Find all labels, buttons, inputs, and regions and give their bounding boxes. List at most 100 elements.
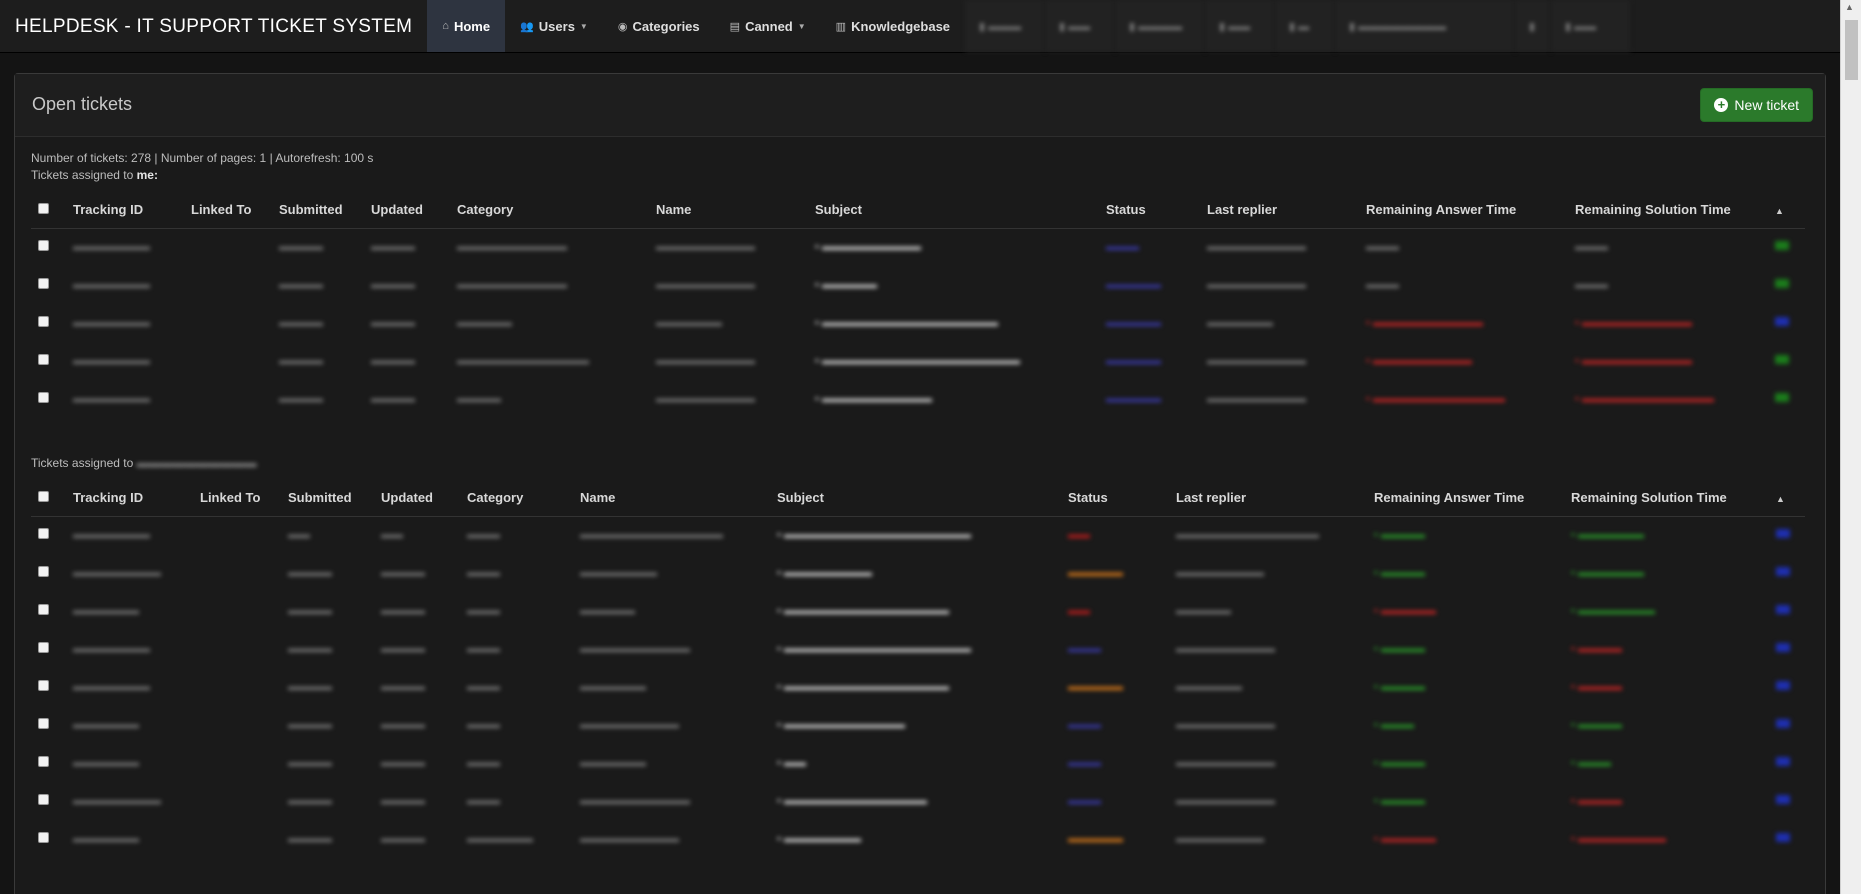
- flag-icon: [1776, 795, 1790, 804]
- nav-blurred-item[interactable]: ▮ ▬▬: [1205, 0, 1276, 52]
- table-row[interactable]: ▬▬▬▬▬▬▬ ▬▬▬▬ ▬▬▬▬ ▬▬▬▬ ▬▬▬▬▬▬▬▬▬ ▪ ▬▬▬▬▬▬▬…: [31, 380, 1805, 418]
- row-checkbox[interactable]: [38, 680, 49, 691]
- select-all-cell: [31, 480, 73, 517]
- table-row[interactable]: ▬▬▬▬▬▬ ▬▬▬▬ ▬▬▬▬ ▬▬▬▬▬▬ ▬▬▬▬▬▬▬▬▬ ▪ ▬▬▬▬▬▬▬…: [31, 820, 1805, 858]
- row-checkbox[interactable]: [38, 392, 49, 403]
- flag-icon: [1775, 355, 1789, 364]
- tag-icon: ◉: [617, 20, 628, 33]
- new-ticket-button[interactable]: + New ticket: [1700, 88, 1813, 122]
- col-tracking-id[interactable]: Tracking ID: [73, 192, 191, 229]
- document-icon: ▤: [729, 20, 741, 33]
- col-name[interactable]: Name: [656, 192, 815, 229]
- section-other-prefix: Tickets assigned to: [31, 456, 137, 470]
- col-sort[interactable]: ▲: [1775, 192, 1805, 229]
- table-row[interactable]: ▬▬▬▬▬▬▬ ▬▬▬▬ ▬▬▬▬ ▬▬▬ ▬▬▬▬▬▬▬▬▬▬ ▪ ▬▬▬▬▬▬▬▬…: [31, 630, 1805, 668]
- app-title[interactable]: HELPDESK - IT SUPPORT TICKET SYSTEM: [0, 0, 427, 52]
- col-category[interactable]: Category: [467, 480, 580, 517]
- nav-blurred-item[interactable]: ▮ ▬▬: [1551, 0, 1632, 52]
- nav-categories[interactable]: ◉ Categories: [603, 0, 715, 52]
- nav-home-label: Home: [453, 18, 491, 34]
- chevron-down-icon: ▼: [797, 21, 806, 31]
- row-checkbox[interactable]: [38, 316, 49, 327]
- nav-blurred-item[interactable]: ▮ ▬: [1275, 0, 1336, 52]
- table-row[interactable]: ▬▬▬▬▬▬▬ ▬▬ ▬▬ ▬▬▬ ▬▬▬▬▬▬▬▬▬▬▬▬▬ ▪ ▬▬▬▬▬▬▬▬▬…: [31, 516, 1805, 554]
- nav-blurred-item[interactable]: ▮ ▬▬▬: [965, 0, 1046, 52]
- flag-icon: [1775, 393, 1789, 402]
- table-row[interactable]: ▬▬▬▬▬▬▬▬ ▬▬▬▬ ▬▬▬▬ ▬▬▬ ▬▬▬▬▬▬▬▬▬▬ ▪ ▬▬▬▬▬▬▬…: [31, 782, 1805, 820]
- table-row[interactable]: ▬▬▬▬▬▬▬ ▬▬▬▬ ▬▬▬▬ ▬▬▬ ▬▬▬▬▬▬ ▪ ▬▬▬▬▬▬▬▬▬▬▬▬…: [31, 668, 1805, 706]
- table-row[interactable]: ▬▬▬▬▬▬▬ ▬▬▬▬ ▬▬▬▬ ▬▬▬▬▬▬▬▬▬▬ ▬▬▬▬▬▬▬▬▬ ▪ ▬…: [31, 266, 1805, 304]
- select-all-cell: [31, 192, 73, 229]
- col-subject[interactable]: Subject: [777, 480, 1068, 517]
- table-row[interactable]: ▬▬▬▬▬▬▬▬ ▬▬▬▬ ▬▬▬▬ ▬▬▬ ▬▬▬▬▬▬▬ ▪ ▬▬▬▬▬▬▬▬ ▬▬…: [31, 554, 1805, 592]
- row-checkbox[interactable]: [38, 604, 49, 615]
- page-scrollbar[interactable]: ▲: [1840, 0, 1861, 894]
- col-remaining-solution-time[interactable]: Remaining Solution Time: [1571, 480, 1776, 517]
- table-row[interactable]: ▬▬▬▬▬▬ ▬▬▬▬ ▬▬▬▬ ▬▬▬ ▬▬▬▬▬ ▪ ▬▬▬▬▬▬▬▬▬▬▬▬▬▬…: [31, 592, 1805, 630]
- sort-up-icon: ▲: [1775, 206, 1784, 217]
- select-all-checkbox[interactable]: [38, 203, 49, 215]
- nav-blurred-item[interactable]: ▮: [1515, 0, 1552, 52]
- flag-icon: [1775, 241, 1789, 251]
- col-subject[interactable]: Subject: [815, 192, 1106, 229]
- section-mine-who: me:: [136, 168, 158, 182]
- row-checkbox[interactable]: [38, 718, 49, 729]
- nav-blurred-item[interactable]: ▮ ▬▬: [1045, 0, 1116, 52]
- row-checkbox[interactable]: [38, 278, 49, 289]
- flag-icon: [1776, 567, 1790, 576]
- section-other-label: Tickets assigned to ▬▬▬▬▬▬▬▬▬▬: [31, 456, 257, 470]
- top-navbar: HELPDESK - IT SUPPORT TICKET SYSTEM ⌂ Ho…: [0, 0, 1840, 53]
- nav-canned-label: Canned: [745, 18, 793, 34]
- col-linked-to[interactable]: Linked To: [191, 192, 279, 229]
- flag-icon: [1775, 279, 1789, 288]
- col-tracking-id[interactable]: Tracking ID: [73, 480, 200, 517]
- book-icon: ▥: [835, 20, 847, 33]
- nav-users[interactable]: 👥 Users ▼: [505, 0, 603, 52]
- col-remaining-answer-time[interactable]: Remaining Answer Time: [1374, 480, 1571, 517]
- col-updated[interactable]: Updated: [381, 480, 467, 517]
- table-row[interactable]: ▬▬▬▬▬▬ ▬▬▬▬ ▬▬▬▬ ▬▬▬ ▬▬▬▬▬▬▬▬▬ ▪ ▬▬▬▬▬▬▬▬▬▬…: [31, 706, 1805, 744]
- row-checkbox[interactable]: [38, 566, 49, 577]
- col-category[interactable]: Category: [457, 192, 656, 229]
- nav-canned[interactable]: ▤ Canned ▼: [715, 0, 821, 52]
- col-sort[interactable]: ▲: [1776, 480, 1805, 517]
- nav-categories-label: Categories: [632, 18, 700, 34]
- row-checkbox[interactable]: [38, 528, 49, 540]
- col-last-replier[interactable]: Last replier: [1207, 192, 1366, 229]
- col-submitted[interactable]: Submitted: [279, 192, 371, 229]
- row-checkbox[interactable]: [38, 240, 49, 252]
- table-row[interactable]: ▬▬▬▬▬▬▬ ▬▬▬▬ ▬▬▬▬ ▬▬▬▬▬ ▬▬▬▬▬▬ ▪ ▬▬▬▬▬▬▬▬▬…: [31, 304, 1805, 342]
- col-status[interactable]: Status: [1106, 192, 1207, 229]
- col-status[interactable]: Status: [1068, 480, 1176, 517]
- col-remaining-answer-time[interactable]: Remaining Answer Time: [1366, 192, 1575, 229]
- tickets-table-mine: Tracking ID Linked To Submitted Updated …: [31, 192, 1805, 418]
- row-checkbox[interactable]: [38, 794, 49, 805]
- flag-icon: [1776, 605, 1790, 614]
- col-last-replier[interactable]: Last replier: [1176, 480, 1374, 517]
- col-submitted[interactable]: Submitted: [288, 480, 381, 517]
- scrollbar-thumb[interactable]: [1845, 20, 1858, 80]
- col-linked-to[interactable]: Linked To: [200, 480, 288, 517]
- table-row[interactable]: ▬▬▬▬▬▬▬ ▬▬▬▬ ▬▬▬▬ ▬▬▬▬▬▬▬▬▬▬ ▬▬▬▬▬▬▬▬▬ ▪ ▬…: [31, 228, 1805, 266]
- col-name[interactable]: Name: [580, 480, 777, 517]
- section-mine-label: Tickets assigned to me:: [31, 168, 158, 182]
- table-row[interactable]: ▬▬▬▬▬▬ ▬▬▬▬ ▬▬▬▬ ▬▬▬ ▬▬▬▬▬▬ ▪ ▬▬ ▬▬▬ ▬▬▬▬▬▬▬…: [31, 744, 1805, 782]
- row-checkbox[interactable]: [38, 832, 49, 843]
- nav-blurred-item[interactable]: ▮ ▬▬▬▬: [1115, 0, 1206, 52]
- col-remaining-solution-time[interactable]: Remaining Solution Time: [1575, 192, 1775, 229]
- nav-blurred-item[interactable]: ▮ ▬▬▬▬▬▬▬▬: [1335, 0, 1516, 52]
- row-checkbox[interactable]: [38, 642, 49, 653]
- table-row[interactable]: ▬▬▬▬▬▬▬ ▬▬▬▬ ▬▬▬▬ ▬▬▬▬▬▬▬▬▬▬▬▬ ▬▬▬▬▬▬▬▬▬ ▪…: [31, 342, 1805, 380]
- new-ticket-label: New ticket: [1734, 97, 1799, 113]
- nav-home[interactable]: ⌂ Home: [427, 0, 506, 52]
- panel-header: Open tickets + New ticket: [15, 74, 1825, 137]
- row-checkbox[interactable]: [38, 756, 49, 767]
- scroll-up-icon[interactable]: ▲: [1845, 2, 1854, 12]
- row-checkbox[interactable]: [38, 354, 49, 365]
- flag-icon: [1776, 833, 1790, 842]
- col-updated[interactable]: Updated: [371, 192, 457, 229]
- nav-knowledgebase[interactable]: ▥ Knowledgebase: [821, 0, 965, 52]
- chevron-down-icon: ▼: [579, 21, 588, 31]
- select-all-checkbox[interactable]: [38, 491, 49, 503]
- assignee-name-redacted: ▬▬▬▬▬▬▬▬▬▬: [136, 456, 257, 470]
